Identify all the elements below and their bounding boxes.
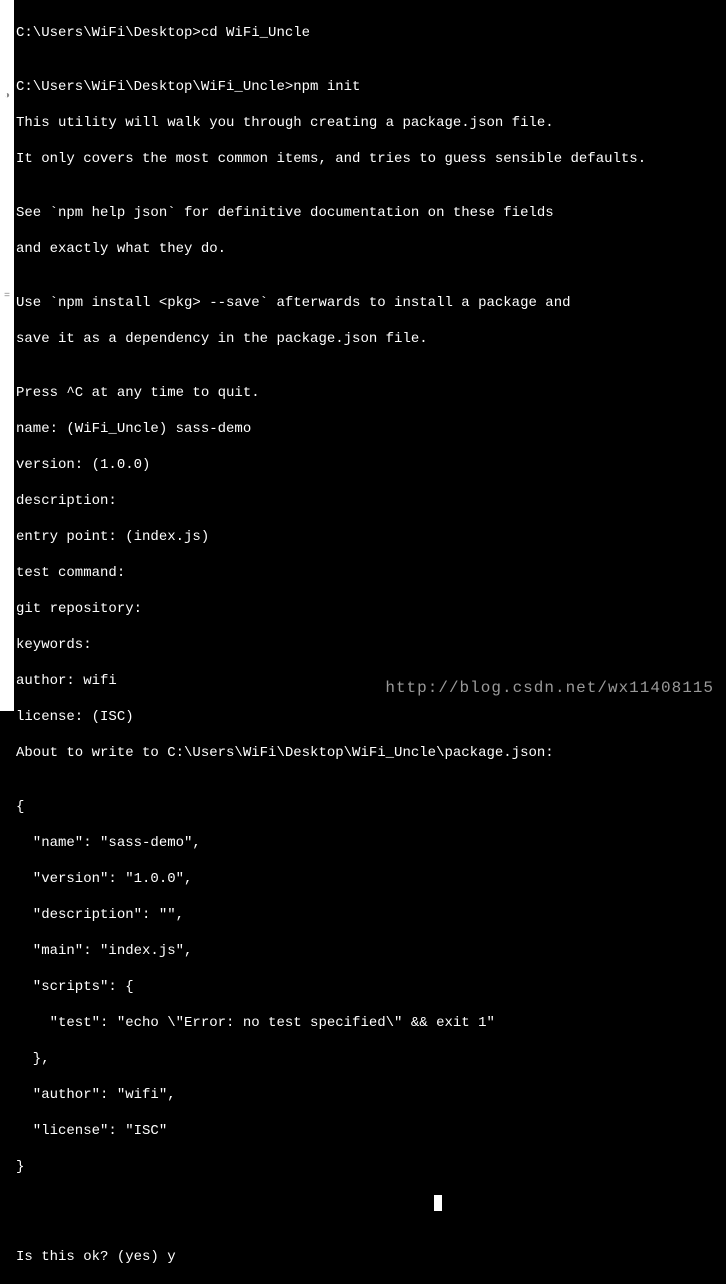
terminal-line: git repository: <box>16 600 726 618</box>
terminal-line: "main": "index.js", <box>16 942 726 960</box>
terminal-line: "author": "wifi", <box>16 1086 726 1104</box>
terminal-line: C:\Users\WiFi\Desktop>cd WiFi_Uncle <box>16 24 726 42</box>
terminal-line: "test": "echo \"Error: no test specified… <box>16 1014 726 1032</box>
terminal-output[interactable]: C:\Users\WiFi\Desktop>cd WiFi_Uncle C:\U… <box>14 0 726 711</box>
terminal-line: keywords: <box>16 636 726 654</box>
terminal-line: "name": "sass-demo", <box>16 834 726 852</box>
gutter-marker-icon: = <box>0 290 14 304</box>
terminal-line: Press ^C at any time to quit. <box>16 384 726 402</box>
terminal-line: "description": "", <box>16 906 726 924</box>
terminal-line: { <box>16 798 726 816</box>
watermark-text: http://blog.csdn.net/wx11408115 <box>385 679 714 697</box>
terminal-line: "license": "ISC" <box>16 1122 726 1140</box>
terminal-cursor-line <box>16 1194 726 1212</box>
terminal-line: It only covers the most common items, an… <box>16 150 726 168</box>
terminal-line: "version": "1.0.0", <box>16 870 726 888</box>
terminal-line: version: (1.0.0) <box>16 456 726 474</box>
gutter-marker-icon: ◑ <box>0 90 14 104</box>
terminal-line: About to write to C:\Users\WiFi\Desktop\… <box>16 744 726 762</box>
terminal-line: test command: <box>16 564 726 582</box>
terminal-line: }, <box>16 1050 726 1068</box>
terminal-line: name: (WiFi_Uncle) sass-demo <box>16 420 726 438</box>
cursor-icon <box>434 1195 442 1211</box>
terminal-line: save it as a dependency in the package.j… <box>16 330 726 348</box>
terminal-line: "scripts": { <box>16 978 726 996</box>
terminal-line: See `npm help json` for definitive docum… <box>16 204 726 222</box>
terminal-line: Use `npm install <pkg> --save` afterward… <box>16 294 726 312</box>
terminal-line: Is this ok? (yes) y <box>16 1248 726 1266</box>
terminal-line: and exactly what they do. <box>16 240 726 258</box>
editor-gutter: ◑ = <box>0 0 14 711</box>
terminal-line: C:\Users\WiFi\Desktop\WiFi_Uncle>npm ini… <box>16 78 726 96</box>
terminal-line: This utility will walk you through creat… <box>16 114 726 132</box>
terminal-line: } <box>16 1158 726 1176</box>
terminal-line: description: <box>16 492 726 510</box>
terminal-line: entry point: (index.js) <box>16 528 726 546</box>
